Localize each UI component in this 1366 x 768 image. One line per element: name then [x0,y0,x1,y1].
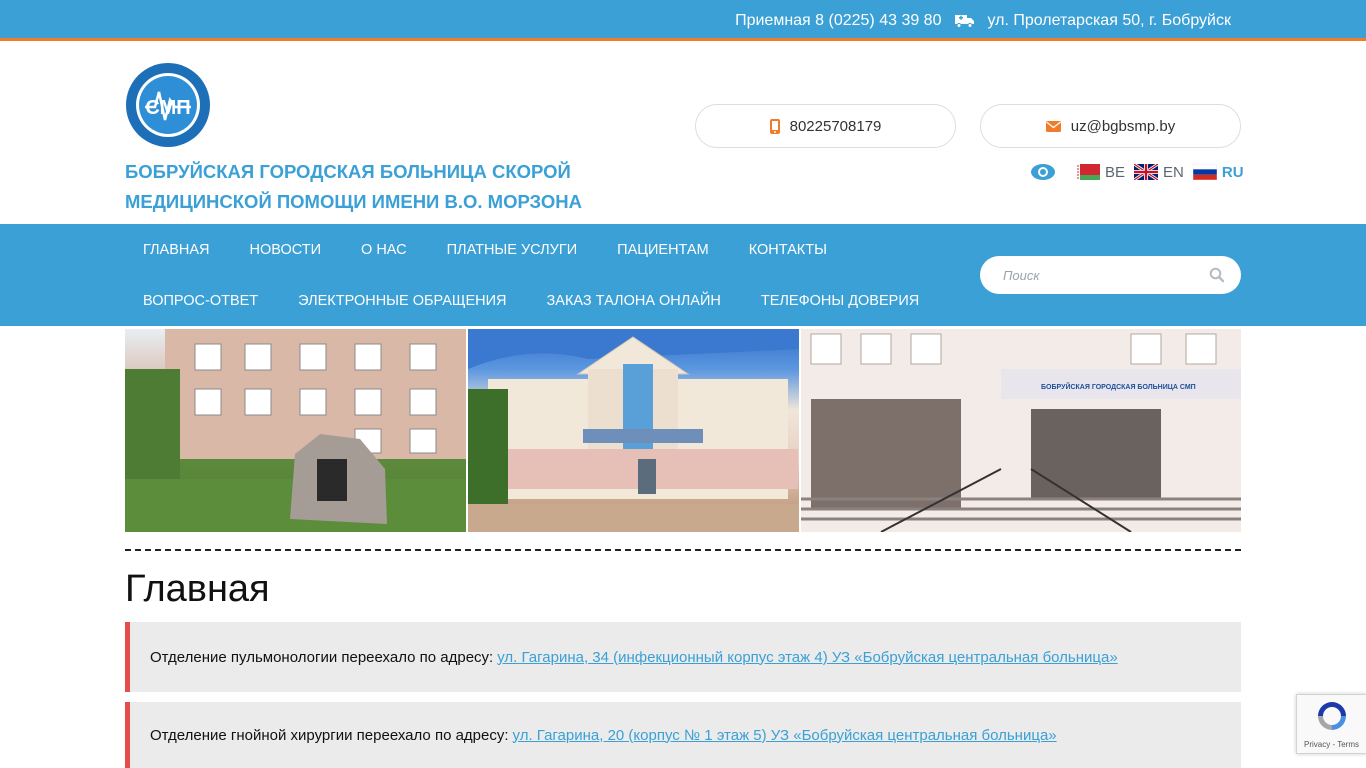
search-input[interactable] [1003,267,1203,283]
search-box [980,256,1241,294]
lang-en-label: EN [1163,163,1184,181]
eye-icon[interactable] [1030,162,1056,182]
notice-address-link[interactable]: ул. Гагарина, 34 (инфекционный корпус эт… [497,649,1117,666]
phone-number: 80225708179 [789,117,882,135]
nav-item-paid-services[interactable]: ПЛАТНЫЕ УСЛУГИ [427,224,598,275]
notice-purulent-surgery: Отделение гнойной хирургии переехало по … [125,702,1241,768]
mobile-phone-icon [769,118,780,134]
banner-photo-main-entrance [468,329,799,532]
nav-item-home[interactable]: ГЛАВНАЯ [123,224,230,275]
top-address: ул. Пролетарская 50, г. Бобруйск [987,11,1231,29]
nav-item-news[interactable]: НОВОСТИ [230,224,342,275]
belarus-flag-icon [1076,164,1100,180]
banner-sign-text: БОБРУЙСКАЯ ГОРОДСКАЯ БОЛЬНИЦА СМП [1041,382,1196,391]
nav-item-e-appeals[interactable]: ЭЛЕКТРОННЫЕ ОБРАЩЕНИЯ [278,275,526,326]
recaptcha-icon [1315,699,1349,738]
nav-item-contacts[interactable]: КОНТАКТЫ [729,224,847,275]
recaptcha-badge[interactable]: Privacy - Terms [1296,694,1366,754]
notice-text: Отделение гнойной хирургии переехало по … [150,726,509,744]
nav-row-1: ГЛАВНАЯ НОВОСТИ О НАС ПЛАТНЫЕ УСЛУГИ ПАЦ… [123,224,847,275]
main-navigation: ГЛАВНАЯ НОВОСТИ О НАС ПЛАТНЫЕ УСЛУГИ ПАЦ… [0,224,1366,326]
organization-name[interactable]: БОБРУЙСКАЯ ГОРОДСКАЯ БОЛЬНИЦА СКОРОЙ МЕД… [125,157,605,217]
hero-banner: БОБРУЙСКАЯ ГОРОДСКАЯ БОЛЬНИЦА СМП [125,329,1241,532]
nav-item-online-ticket[interactable]: ЗАКАЗ ТАЛОНА ОНЛАЙН [527,275,741,326]
reception-phone[interactable]: Приемная 8 (0225) 43 39 80 [735,12,941,30]
envelope-icon [1045,120,1061,132]
nav-item-about[interactable]: О НАС [341,224,427,275]
notice-text: Отделение пульмонологии переехало по адр… [150,648,494,666]
language-switcher: BE EN RU [1030,158,1253,186]
nav-item-faq[interactable]: ВОПРОС-ОТВЕТ [123,275,278,326]
notice-address-link[interactable]: ул. Гагарина, 20 (корпус № 1 этаж 5) УЗ … [513,727,1057,744]
lang-be-label: BE [1105,163,1126,181]
content-divider [125,549,1241,551]
lang-be[interactable]: BE [1076,164,1125,181]
truck-icon [955,14,975,28]
logo-text: СМП [145,97,190,119]
nav-item-hotlines[interactable]: ТЕЛЕФОНЫ ДОВЕРИЯ [741,275,939,326]
search-icon[interactable] [1209,267,1225,283]
lang-ru[interactable]: RU [1192,163,1244,181]
russia-flag-icon [1192,163,1218,181]
page-title: Главная [125,568,270,610]
top-info-bar: Приемная 8 (0225) 43 39 80 ул. Пролетарс… [0,0,1366,41]
nav-row-2: ВОПРОС-ОТВЕТ ЭЛЕКТРОННЫЕ ОБРАЩЕНИЯ ЗАКАЗ… [123,275,939,326]
banner-photo-front-steps: БОБРУЙСКАЯ ГОРОДСКАЯ БОЛЬНИЦА СМП [800,329,1241,532]
email-pill[interactable]: uz@bgbsmp.by [980,104,1241,148]
recaptcha-terms[interactable]: Privacy - Terms [1304,740,1359,749]
smp-logo-icon[interactable]: СМП [125,62,211,148]
phone-pill[interactable]: 80225708179 [695,104,956,148]
lang-ru-label: RU [1221,163,1244,181]
banner-photo-building-stone [125,329,467,532]
lang-en[interactable]: EN [1133,162,1184,182]
nav-item-patients[interactable]: ПАЦИЕНТАМ [597,224,729,275]
notice-pulmonology: Отделение пульмонологии переехало по адр… [125,622,1241,692]
uk-flag-icon [1133,162,1159,182]
email-address: uz@bgbsmp.by [1070,117,1176,135]
top-info-contents: Приемная 8 (0225) 43 39 80 ул. Пролетарс… [735,0,1231,41]
